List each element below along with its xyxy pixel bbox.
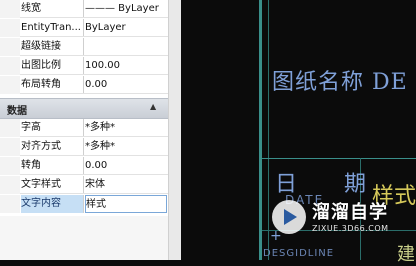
property-row-plot-scale[interactable]: 出图比例 100.00 — [0, 57, 168, 75]
row-divider — [20, 174, 168, 175]
watermark-title: 溜溜自学 — [312, 202, 388, 223]
property-row-text-contents[interactable]: 文字内容 样式 — [0, 195, 168, 213]
property-label: 转角 — [21, 157, 84, 175]
frame-border-line — [268, 0, 269, 260]
property-value[interactable]: 100.00 — [85, 57, 167, 75]
row-divider — [20, 193, 168, 194]
property-label: 文字内容 — [21, 195, 84, 213]
row-gutter — [0, 38, 20, 56]
palette-empty-area — [0, 216, 168, 260]
property-label: 对齐方式 — [21, 138, 84, 156]
property-value[interactable]: ByLayer — [85, 19, 167, 37]
property-label: 字高 — [21, 119, 84, 137]
property-row-text-style[interactable]: 文字样式 宋体 — [0, 176, 168, 194]
property-label: 线宽 — [21, 0, 84, 18]
property-row-rotation[interactable]: 转角 0.00 — [0, 157, 168, 175]
row-gutter — [0, 176, 20, 194]
drawing-name-text[interactable]: 图纸名称 DE — [272, 64, 408, 96]
property-label: 超级链接 — [21, 38, 84, 56]
row-gutter — [0, 57, 20, 75]
property-row-text-height[interactable]: 字高 *多种* — [0, 119, 168, 137]
row-gutter — [0, 195, 20, 213]
section-header-data[interactable]: 数据 ▲ — [0, 98, 168, 119]
property-row-justify[interactable]: 对齐方式 *多种* — [0, 138, 168, 156]
property-value[interactable]: *多种* — [85, 119, 167, 137]
property-value[interactable] — [85, 38, 167, 56]
row-gutter — [0, 76, 20, 94]
frame-border-line — [262, 158, 416, 159]
jian-text[interactable]: 建 — [397, 240, 415, 266]
row-divider — [20, 55, 168, 56]
design-text[interactable]: DESGIDLINE — [263, 248, 334, 259]
property-label: 布局转角 — [21, 76, 84, 94]
section-title: 数据 — [7, 106, 27, 117]
palette-scrollbar[interactable] — [168, 0, 181, 260]
row-divider — [20, 74, 168, 75]
property-row-hyperlink[interactable]: 超级链接 — [0, 38, 168, 56]
property-value[interactable]: *多种* — [85, 138, 167, 156]
property-value[interactable]: 宋体 — [85, 176, 167, 194]
property-value[interactable]: 0.00 — [85, 157, 167, 175]
property-value-input[interactable]: 样式 — [85, 195, 167, 213]
watermark-url: ZIXUE.3D66.COM — [312, 224, 389, 233]
row-gutter — [0, 157, 20, 175]
row-gutter — [0, 0, 20, 18]
row-gutter — [0, 19, 20, 37]
property-label: EntityTran... — [21, 19, 84, 37]
properties-palette: 线宽 ——— ByLayer EntityTran... ByLayer 超级链… — [0, 0, 181, 260]
property-label: 文字样式 — [21, 176, 84, 194]
property-value[interactable]: ——— ByLayer — [85, 0, 167, 18]
collapse-arrow-icon[interactable]: ▲ — [150, 102, 156, 111]
watermark: 溜溜自学 ZIXUE.3D66.COM — [272, 196, 404, 242]
property-row-layout-rotation[interactable]: 布局转角 0.00 — [0, 76, 168, 94]
property-value[interactable]: 0.00 — [85, 76, 167, 94]
play-icon — [284, 209, 297, 225]
row-gutter — [0, 119, 20, 137]
property-row-lineweight[interactable]: 线宽 ——— ByLayer — [0, 0, 168, 18]
frame-border-line — [259, 0, 262, 260]
property-row-entity-transparency[interactable]: EntityTran... ByLayer — [0, 19, 168, 37]
row-divider — [20, 36, 168, 37]
row-gutter — [0, 138, 20, 156]
row-divider — [20, 136, 168, 137]
property-label: 出图比例 — [21, 57, 84, 75]
row-divider — [20, 17, 168, 18]
row-divider — [20, 155, 168, 156]
row-divider — [20, 93, 168, 94]
